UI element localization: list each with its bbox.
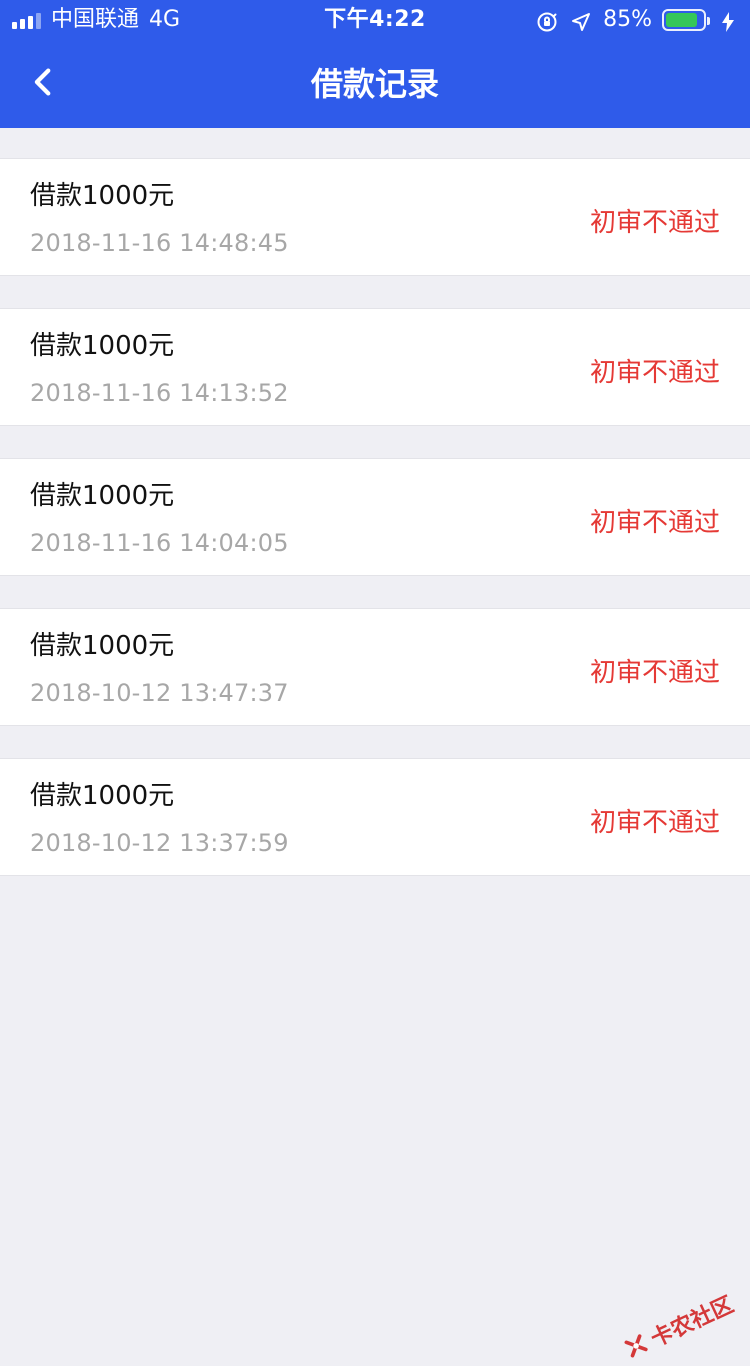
back-button[interactable] xyxy=(18,58,70,110)
orientation-lock-icon xyxy=(535,8,559,32)
loan-record-item[interactable]: 借款1000元 2018-11-16 14:13:52 初审不通过 xyxy=(0,308,750,426)
status-right: 85% xyxy=(535,0,740,40)
loan-time: 2018-11-16 14:13:52 xyxy=(30,379,289,407)
loan-amount: 借款1000元 xyxy=(30,181,175,211)
watermark-logo-icon xyxy=(621,1331,650,1360)
loan-record-item[interactable]: 借款1000元 2018-11-16 14:48:45 初审不通过 xyxy=(0,158,750,276)
nav-bar: 借款记录 xyxy=(0,40,750,128)
battery-percent: 85% xyxy=(603,7,652,32)
loan-status: 初审不通过 xyxy=(589,658,720,688)
loan-status: 初审不通过 xyxy=(589,358,720,388)
loan-time: 2018-10-12 13:47:37 xyxy=(30,679,289,707)
loan-amount: 借款1000元 xyxy=(30,481,175,511)
page-title: 借款记录 xyxy=(310,65,439,103)
loan-amount: 借款1000元 xyxy=(30,331,175,361)
chevron-left-icon xyxy=(27,65,61,103)
loan-time: 2018-10-12 13:37:59 xyxy=(30,829,289,857)
loan-status: 初审不通过 xyxy=(589,208,720,238)
loan-amount: 借款1000元 xyxy=(30,631,175,661)
loan-status: 初审不通过 xyxy=(589,508,720,538)
loan-time: 2018-11-16 14:04:05 xyxy=(30,529,289,557)
loan-record-item[interactable]: 借款1000元 2018-11-16 14:04:05 初审不通过 xyxy=(0,458,750,576)
loan-record-list: 借款1000元 2018-11-16 14:48:45 初审不通过 借款1000… xyxy=(0,158,750,908)
loan-status: 初审不通过 xyxy=(589,808,720,838)
status-bar: 中国联通 4G 下午4:22 85% xyxy=(0,0,750,40)
location-arrow-icon xyxy=(569,8,593,32)
loan-amount: 借款1000元 xyxy=(30,781,175,811)
charging-bolt-icon xyxy=(716,8,740,32)
loan-record-item[interactable]: 借款1000元 2018-10-12 13:47:37 初审不通过 xyxy=(0,608,750,726)
watermark: 卡农社区 xyxy=(619,1287,738,1365)
top-bar: 中国联通 4G 下午4:22 85% 借款记录 xyxy=(0,0,750,128)
battery-icon xyxy=(662,9,710,31)
battery-level xyxy=(666,13,697,27)
loan-record-item[interactable]: 借款1000元 2018-10-12 13:37:59 初审不通过 xyxy=(0,758,750,876)
watermark-text: 卡农社区 xyxy=(647,1292,738,1353)
loan-time: 2018-11-16 14:48:45 xyxy=(30,229,289,257)
